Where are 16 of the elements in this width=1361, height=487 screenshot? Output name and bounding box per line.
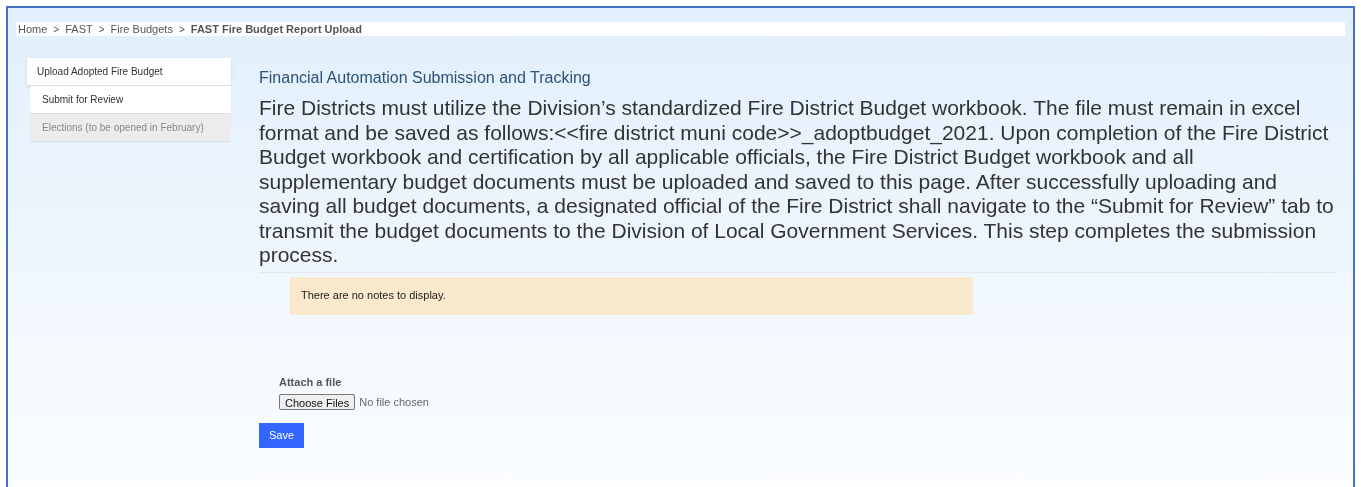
breadcrumb-link[interactable]: FAST (65, 20, 93, 38)
page-heading: Financial Automation Submission and Tracking (259, 68, 592, 88)
breadcrumb-separator: > (178, 22, 185, 37)
breadcrumb-separator: > (98, 22, 105, 37)
breadcrumb-current: FAST Fire Budget Report Upload (190, 21, 362, 37)
breadcrumb-link[interactable]: Home (18, 20, 48, 38)
breadcrumb-link[interactable]: Fire Budgets (110, 20, 173, 38)
breadcrumb-separator: > (53, 22, 60, 37)
choose-files-button[interactable]: Choose Files (279, 394, 356, 411)
sidebar-tab[interactable]: Submit for Review (30, 86, 231, 114)
notes-message: There are no notes to display. (290, 276, 973, 315)
save-button[interactable]: Save (259, 422, 305, 448)
field-label: Attach a file (279, 374, 343, 390)
file-status: No file chosen (359, 395, 429, 410)
instructions-paragraph: Fire Districts must utilize the Division’s standardized Fire District Budget workbook. The file must remain in excel format and be saved as follows:<<fire district muni code>>_adoptbudget_2021. Upon completion of the Fire District Budget workbook and certification by all applicable officials, the Fire District Budget workbook and all supplementary budget documents must be uploaded and saved to this page. After successfully uploading and saving all budget documents, a designated official of the Fire District shall navigate to the “Submit for Review” tab to transmit the budget documents to the Division of Local Government Services. This step completes the submission process. (259, 96, 1335, 268)
sidebar-tab[interactable]: Upload Adopted Fire Budget (27, 58, 231, 86)
